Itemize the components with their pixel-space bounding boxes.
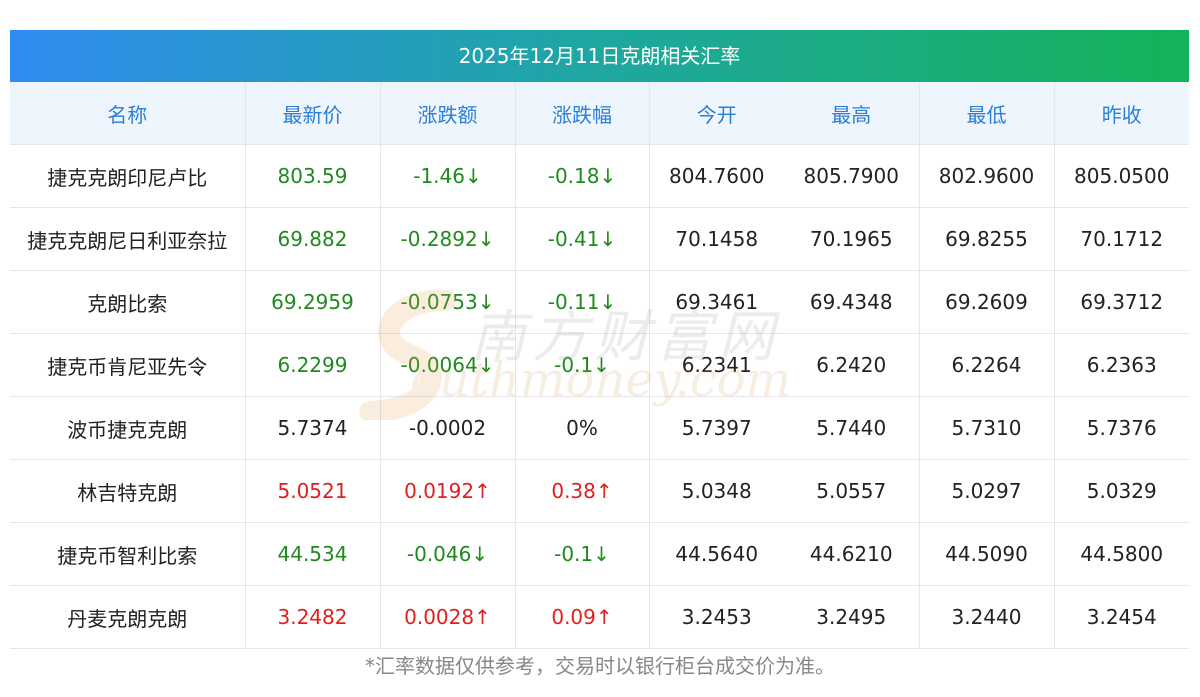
- footnote: *汇率数据仅供参考，交易时以银行柜台成交价为准。: [365, 654, 835, 678]
- cell-change-pct: -0.1↓: [515, 333, 650, 397]
- cell-high: 44.6210: [784, 522, 920, 586]
- cell-low: 69.2609: [919, 270, 1055, 334]
- cell-low: 5.0297: [919, 459, 1055, 523]
- rates-panel: 2025年12月11日克朗相关汇率 名称 最新价 涨跌额 涨跌幅 今开 最高 最…: [10, 30, 1189, 649]
- col-header-name: 名称: [10, 82, 246, 145]
- cell-change: 0.0028↑: [380, 585, 516, 649]
- cell-change-pct: 0.09↑: [515, 585, 650, 649]
- table-row: 克朗比索 69.2959 -0.0753↓ -0.11↓ 69.3461 69.4348 6…: [10, 270, 1189, 334]
- cell-name: 捷克币肯尼亚先令: [10, 333, 246, 397]
- cell-change-pct: -0.41↓: [515, 207, 650, 271]
- cell-latest: 803.59: [245, 144, 381, 208]
- table-row: 捷克币肯尼亚先令 6.2299 -0.0064↓ -0.1↓ 6.2341 6.2420 6…: [10, 333, 1189, 397]
- cell-high: 6.2420: [784, 333, 920, 397]
- table-row: 捷克币智利比索 44.534 -0.046↓ -0.1↓ 44.5640 44.6210 4…: [10, 522, 1189, 586]
- cell-high: 3.2495: [784, 585, 920, 649]
- cell-low: 802.9600: [919, 144, 1055, 208]
- cell-prev-close: 805.0500: [1054, 144, 1189, 208]
- cell-prev-close: 69.3712: [1054, 270, 1189, 334]
- cell-name: 林吉特克朗: [10, 459, 246, 523]
- cell-prev-close: 6.2363: [1054, 333, 1189, 397]
- cell-name: 波币捷克克朗: [10, 396, 246, 460]
- cell-latest: 44.534: [245, 522, 381, 586]
- col-header-low: 最低: [919, 82, 1055, 145]
- cell-latest: 69.2959: [245, 270, 381, 334]
- cell-prev-close: 5.7376: [1054, 396, 1189, 460]
- col-header-open: 今开: [649, 82, 784, 145]
- table-row: 捷克克朗尼日利亚奈拉 69.882 -0.2892↓ -0.41↓ 70.1458 70.…: [10, 207, 1189, 271]
- cell-change: -1.46↓: [380, 144, 516, 208]
- cell-name: 丹麦克朗克朗: [10, 585, 246, 649]
- cell-latest: 69.882: [245, 207, 381, 271]
- cell-high: 69.4348: [784, 270, 920, 334]
- cell-high: 5.7440: [784, 396, 920, 460]
- cell-change: -0.0753↓: [380, 270, 516, 334]
- cell-low: 6.2264: [919, 333, 1055, 397]
- cell-prev-close: 70.1712: [1054, 207, 1189, 271]
- cell-latest: 5.0521: [245, 459, 381, 523]
- cell-change: -0.046↓: [380, 522, 516, 586]
- cell-change-pct: -0.11↓: [515, 270, 650, 334]
- cell-low: 3.2440: [919, 585, 1055, 649]
- cell-prev-close: 5.0329: [1054, 459, 1189, 523]
- cell-latest: 3.2482: [245, 585, 381, 649]
- cell-low: 69.8255: [919, 207, 1055, 271]
- cell-change: -0.2892↓: [380, 207, 516, 271]
- cell-change-pct: -0.1↓: [515, 522, 650, 586]
- col-header-change-pct: 涨跌幅: [515, 82, 650, 145]
- cell-high: 70.1965: [784, 207, 920, 271]
- cell-open: 804.7600: [649, 144, 784, 208]
- header-row: 名称 最新价 涨跌额 涨跌幅 今开 最高 最低 昨收: [10, 82, 1189, 145]
- table-row: 丹麦克朗克朗 3.2482 0.0028↑ 0.09↑ 3.2453 3.2495 3.24…: [10, 585, 1189, 649]
- cell-prev-close: 44.5800: [1054, 522, 1189, 586]
- cell-latest: 6.2299: [245, 333, 381, 397]
- cell-open: 5.0348: [649, 459, 784, 523]
- cell-change: 0.0192↑: [380, 459, 516, 523]
- cell-open: 6.2341: [649, 333, 784, 397]
- cell-name: 捷克克朗印尼卢比: [10, 144, 246, 208]
- cell-high: 805.7900: [784, 144, 920, 208]
- cell-change: -0.0064↓: [380, 333, 516, 397]
- cell-open: 5.7397: [649, 396, 784, 460]
- table-row: 波币捷克克朗 5.7374 -0.0002 0% 5.7397 5.7440 5.7310 5…: [10, 396, 1189, 460]
- col-header-change: 涨跌额: [380, 82, 516, 145]
- table-row: 捷克克朗印尼卢比 803.59 -1.46↓ -0.18↓ 804.7600 805.79…: [10, 144, 1189, 208]
- cell-low: 5.7310: [919, 396, 1055, 460]
- table-row: 林吉特克朗 5.0521 0.0192↑ 0.38↑ 5.0348 5.0557 5.029…: [10, 459, 1189, 523]
- cell-change-pct: 0%: [515, 396, 650, 460]
- cell-open: 44.5640: [649, 522, 784, 586]
- cell-name: 克朗比索: [10, 270, 246, 334]
- cell-change-pct: -0.18↓: [515, 144, 650, 208]
- col-header-latest: 最新价: [245, 82, 381, 145]
- rates-table: 名称 最新价 涨跌额 涨跌幅 今开 最高 最低 昨收 捷克克朗印尼卢比 803.5…: [10, 82, 1189, 649]
- cell-high: 5.0557: [784, 459, 920, 523]
- table-title: 2025年12月11日克朗相关汇率: [10, 30, 1189, 82]
- cell-low: 44.5090: [919, 522, 1055, 586]
- cell-name: 捷克币智利比索: [10, 522, 246, 586]
- cell-open: 69.3461: [649, 270, 784, 334]
- cell-latest: 5.7374: [245, 396, 381, 460]
- col-header-high: 最高: [784, 82, 920, 145]
- cell-open: 70.1458: [649, 207, 784, 271]
- cell-open: 3.2453: [649, 585, 784, 649]
- cell-change: -0.0002: [380, 396, 516, 460]
- cell-change-pct: 0.38↑: [515, 459, 650, 523]
- cell-prev-close: 3.2454: [1054, 585, 1189, 649]
- cell-name: 捷克克朗尼日利亚奈拉: [10, 207, 246, 271]
- col-header-prev-close: 昨收: [1054, 82, 1189, 145]
